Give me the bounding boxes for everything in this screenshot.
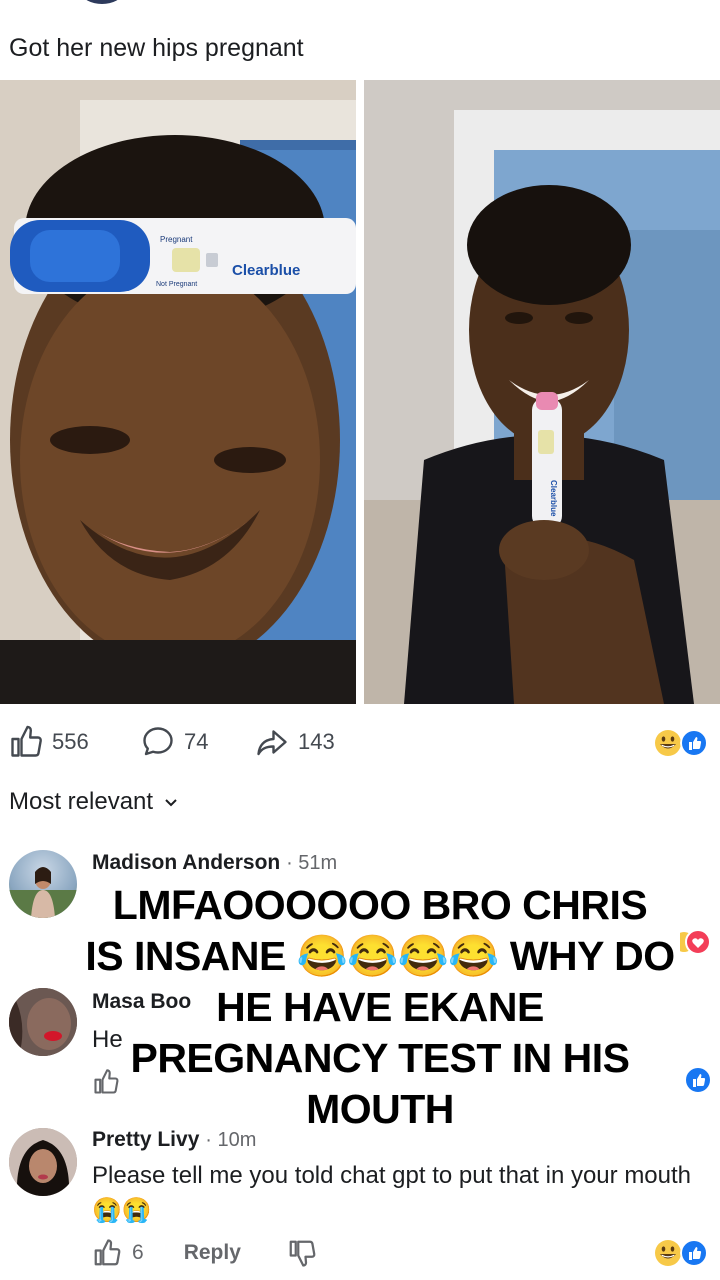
comment-bubble-icon	[143, 727, 173, 756]
test-label-pregnant: Pregnant	[160, 235, 193, 244]
post-photo-left[interactable]: Pregnant Not Pregnant Clearblue	[0, 80, 356, 704]
sort-label: Most relevant	[9, 788, 154, 815]
avatar[interactable]	[9, 1128, 77, 1196]
like-reaction-icon	[680, 1239, 708, 1267]
grinning-face-icon	[655, 730, 681, 756]
thumbs-up-icon[interactable]	[92, 1238, 122, 1268]
test-label-not-pregnant: Not Pregnant	[156, 281, 197, 288]
overlay-line: HE HAVE EKANE	[216, 984, 544, 1030]
share-button[interactable]: 143	[254, 722, 335, 762]
thumbs-up-icon	[11, 725, 42, 757]
comment-actions: 6 Reply	[92, 1238, 317, 1268]
grinning-face-icon	[655, 1240, 681, 1266]
like-button[interactable]: 556	[8, 722, 89, 762]
test-brand-small: Clearblue	[549, 480, 558, 517]
post-photo-right[interactable]: Clearblue	[364, 80, 720, 704]
photo-right-illustration: Clearblue	[364, 80, 720, 704]
like-reaction-icon	[680, 729, 708, 757]
share-arrow-icon	[257, 730, 287, 756]
share-count: 143	[298, 729, 335, 754]
comment-time: · 51m	[286, 852, 338, 874]
post-author-avatar[interactable]	[82, 0, 122, 4]
comment-emojis: 😭😭	[92, 1197, 152, 1224]
overlay-line: PREGNANCY TEST IN HIS	[130, 1035, 630, 1081]
comment-like-count: 6	[132, 1241, 144, 1264]
post-stats-bar: 556 74 143	[0, 722, 720, 762]
comment-item: Pretty Livy · 10m Please tell me you tol…	[0, 1124, 720, 1280]
like-count: 556	[52, 729, 89, 754]
overlay-line: IS INSANE 😂😂😂😂 WHY DO	[85, 933, 675, 979]
video-caption-overlay: LMFAOOOOOO BRO CHRIS IS INSANE 😂😂😂😂 WHY …	[60, 880, 700, 1135]
overlay-line: MOUTH	[306, 1086, 454, 1132]
test-brand: Clearblue	[232, 262, 300, 279]
commenter-name[interactable]: Madison Anderson · 51m	[92, 851, 337, 875]
comment-sort-dropdown[interactable]: Most relevant	[9, 788, 179, 816]
avatar-image	[9, 1128, 77, 1196]
photo-left-illustration: Pregnant Not Pregnant Clearblue	[0, 80, 356, 704]
reply-button[interactable]: Reply	[184, 1241, 241, 1265]
comment-reactions-summary[interactable]	[654, 1238, 712, 1268]
chevron-down-icon	[165, 799, 177, 807]
post-reactions-summary[interactable]	[654, 728, 712, 758]
comment-text-body: Please tell me you told chat gpt to put …	[92, 1162, 692, 1189]
commenter-name-text[interactable]: Madison Anderson	[92, 851, 280, 874]
thumbs-down-icon[interactable]	[287, 1238, 317, 1268]
post-caption: Got her new hips pregnant	[9, 34, 304, 62]
comment-count: 74	[184, 729, 209, 754]
comment-button[interactable]: 74	[140, 722, 208, 762]
overlay-line: LMFAOOOOOO BRO CHRIS	[112, 882, 648, 928]
comment-text: Please tell me you told chat gpt to put …	[92, 1158, 702, 1228]
